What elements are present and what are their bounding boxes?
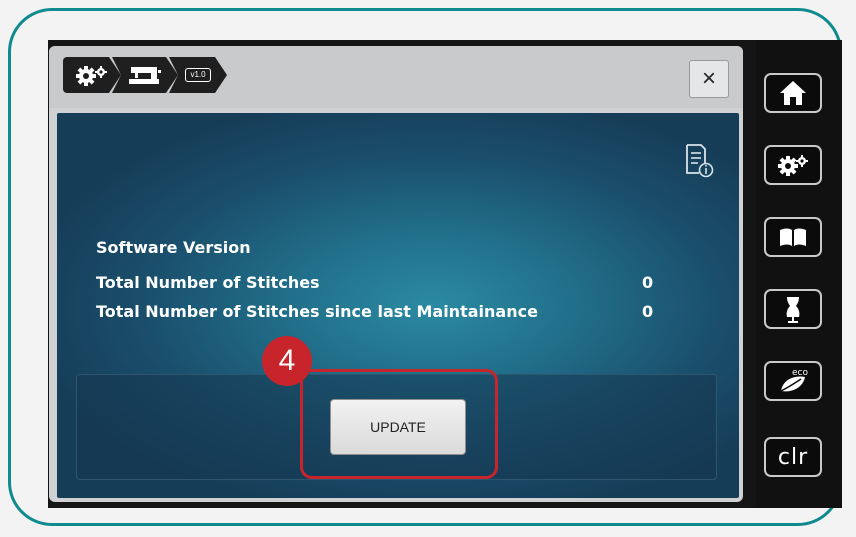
clear-button-label: clr <box>777 444 809 470</box>
sewing-machine-icon <box>127 64 163 86</box>
home-button[interactable] <box>764 73 822 113</box>
eco-label: eco <box>792 368 808 378</box>
manual-button[interactable] <box>764 217 822 257</box>
stitches-since-maintenance-value: 0 <box>642 302 654 321</box>
book-icon <box>780 228 806 246</box>
total-stitches-value: 0 <box>642 273 654 292</box>
eco-button[interactable]: eco <box>764 361 822 401</box>
close-icon: × <box>701 65 716 92</box>
breadcrumb-item-machine[interactable] <box>112 57 178 93</box>
home-icon <box>780 81 806 105</box>
document-info-icon[interactable] <box>683 143 715 179</box>
close-button[interactable]: × <box>689 60 729 98</box>
tutorial-highlight <box>300 369 498 479</box>
stitches-since-maintenance-label: Total Number of Stitches since last Main… <box>96 302 538 321</box>
version-tag: v1.0 <box>185 68 210 82</box>
breadcrumb-item-settings[interactable] <box>63 57 121 93</box>
dress-form-button[interactable] <box>764 289 822 329</box>
eco-leaf-icon: eco <box>780 368 808 392</box>
total-stitches-label: Total Number of Stitches <box>96 273 320 292</box>
step-number: 4 <box>278 344 296 377</box>
gears-icon <box>75 64 109 86</box>
software-version-label: Software Version <box>96 238 251 257</box>
step-number-badge: 4 <box>262 336 312 386</box>
settings-button[interactable] <box>764 145 822 185</box>
settings-gears-icon <box>778 155 808 176</box>
dress-form-icon <box>786 297 800 323</box>
clear-button[interactable]: clr <box>764 437 822 477</box>
